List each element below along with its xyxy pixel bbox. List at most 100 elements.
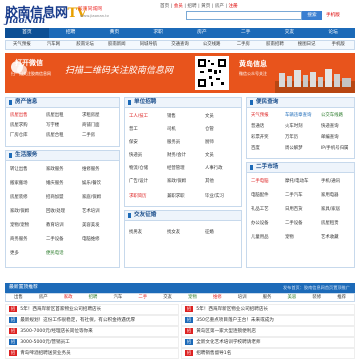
market-link[interactable]: 二手汽车 xyxy=(285,192,303,198)
life-link[interactable]: 美容美发 xyxy=(82,222,100,228)
market-link[interactable]: 家用电器 xyxy=(321,192,339,198)
nav-secondhand[interactable]: 二手 xyxy=(224,28,268,38)
conv-link[interactable]: 彩票开奖 xyxy=(251,134,269,140)
category-item[interactable]: 招聘 xyxy=(81,294,106,301)
subnav-item[interactable]: 汽车网 xyxy=(38,41,70,49)
search-button[interactable]: 搜索 xyxy=(302,11,322,20)
market-link[interactable]: 家具/家居 xyxy=(321,206,340,212)
category-item[interactable]: 服务 xyxy=(255,294,280,301)
life-link[interactable]: 娱乐/餐饮 xyxy=(82,180,101,186)
market-link[interactable]: 电脑配件 xyxy=(251,192,269,198)
job-link[interactable]: 普工 xyxy=(129,126,138,132)
news-row[interactable]: 招 3000-5000元/营销员工 xyxy=(5,337,179,348)
nav-home[interactable]: 首页 xyxy=(5,28,49,38)
job-link[interactable]: 厨师 xyxy=(205,139,214,145)
top-link-house[interactable]: 房产 xyxy=(215,4,224,9)
conv-link[interactable]: 周公解梦 xyxy=(285,145,303,151)
mobile-version-link[interactable]: 手机版 xyxy=(326,12,340,18)
job-link[interactable]: 财务/会计 xyxy=(167,152,186,158)
top-link-member[interactable]: 会员 xyxy=(174,4,183,9)
job-link[interactable]: 保安 xyxy=(129,139,138,145)
category-item[interactable]: 装修 xyxy=(304,294,329,301)
top-link-yellow[interactable]: 黄页 xyxy=(201,4,210,9)
category-item[interactable]: 维修 xyxy=(205,294,230,301)
conv-link[interactable]: 快递查询 xyxy=(321,123,339,129)
job-link[interactable]: 物流/仓储 xyxy=(129,165,148,171)
subnav-item[interactable]: 手机版 xyxy=(322,41,354,49)
job-link[interactable]: 家政/保姆 xyxy=(167,178,186,184)
market-link[interactable]: 艺术收藏 xyxy=(321,234,339,240)
news-row[interactable]: 招 5年！西海岸新区首家物业公司招聘店长 xyxy=(5,304,179,315)
life-link[interactable]: 更多 xyxy=(10,250,19,256)
conv-link[interactable]: 百度 xyxy=(251,145,260,151)
house-link[interactable]: 房屋求购 xyxy=(10,122,28,128)
news-row[interactable]: 招青岛啤酒招聘送货业务员 xyxy=(5,348,179,359)
subnav-item[interactable]: 天气预报 xyxy=(6,41,38,49)
top-link-jobs[interactable]: 招聘 xyxy=(187,4,196,9)
friend-link[interactable]: 找男友 xyxy=(129,229,142,235)
house-link[interactable]: 二手房 xyxy=(82,132,95,138)
life-link[interactable]: 商务服务 xyxy=(10,236,28,242)
nav-yellow[interactable]: 黄页 xyxy=(93,28,137,38)
house-link[interactable]: 厂房仓库 xyxy=(10,132,28,138)
conv-link[interactable]: 万年历 xyxy=(285,134,298,140)
life-link[interactable]: 家庭/保姆 xyxy=(82,194,101,200)
life-link[interactable]: 转让出售 xyxy=(10,166,28,172)
friend-link[interactable]: 找女友 xyxy=(167,229,180,235)
nav-friend[interactable]: 交友 xyxy=(268,28,312,38)
conv-link[interactable]: 公交车线路 xyxy=(321,112,343,118)
category-item[interactable]: 宠物 xyxy=(180,294,205,301)
life-link[interactable]: 维修服务 xyxy=(82,166,100,172)
subnav-item[interactable]: 二手房 xyxy=(227,41,259,49)
life-link[interactable]: 便民电话 xyxy=(46,250,64,256)
market-link[interactable]: 手机/通讯 xyxy=(321,178,340,184)
job-link[interactable]: 经营管理 xyxy=(167,165,185,171)
job-link[interactable]: 人事行政 xyxy=(205,165,223,171)
category-item[interactable]: 出售 xyxy=(6,294,31,301)
top-link-register[interactable]: 注册 xyxy=(229,4,238,9)
life-link[interactable]: 教育培训 xyxy=(46,222,64,228)
life-link[interactable]: 家政服务 xyxy=(46,166,64,172)
house-link[interactable]: 写字楼 xyxy=(46,122,59,128)
news-row[interactable]: 招 3500-7000元/经理店长岗位等你来 xyxy=(5,326,179,337)
life-link[interactable]: 回收/处理 xyxy=(46,208,65,214)
category-item[interactable]: 汽车 xyxy=(105,294,130,301)
job-link[interactable]: 工人/技工 xyxy=(129,113,148,119)
seek-link[interactable]: 毕业/实习 xyxy=(205,193,224,199)
hot-recommend-note[interactable]: 发布首页：胶南信息网首页置顶推广 xyxy=(283,283,350,293)
category-item[interactable]: 家政 xyxy=(56,294,81,301)
friend-link[interactable]: 征婚 xyxy=(205,229,214,235)
news-row[interactable]: 招 5年！西海岸新区物业公司招聘店长 xyxy=(181,304,355,315)
seek-link[interactable]: 兼职求职 xyxy=(167,193,185,199)
conv-link[interactable]: 车辆违章查询 xyxy=(285,112,311,118)
news-row[interactable]: 招黄岛区第一家大型连锁便利店 xyxy=(181,326,355,337)
job-link[interactable]: 快递员 xyxy=(129,152,142,158)
market-link[interactable]: 二手设备 xyxy=(285,220,303,226)
top-link-home[interactable]: 首页 xyxy=(160,4,169,9)
subnav-item[interactable]: 同城导航 xyxy=(133,41,165,49)
nav-jobs[interactable]: 招聘 xyxy=(49,28,93,38)
conv-link[interactable]: 邮编查询 xyxy=(321,134,339,140)
subnav-item[interactable]: 胶南新闻 xyxy=(101,41,133,49)
news-row[interactable]: 招 350亿重点项目落户王台！未来或成为 xyxy=(181,315,355,326)
category-item[interactable]: 交友 xyxy=(155,294,180,301)
job-link[interactable]: 文员 xyxy=(205,113,214,119)
market-link[interactable]: 二手电脑 xyxy=(251,178,269,184)
market-link[interactable]: 摩托/电动车 xyxy=(285,178,308,184)
category-item[interactable]: 推荐 xyxy=(329,294,354,301)
job-link[interactable]: 广告/设计 xyxy=(129,178,148,184)
category-item[interactable]: 二手 xyxy=(130,294,155,301)
market-link[interactable]: 儿童用品 xyxy=(251,234,269,240)
house-link[interactable]: 房屋出租 xyxy=(46,112,64,118)
subnav-item[interactable]: 公交线路 xyxy=(196,41,228,49)
market-link[interactable]: 办公设备 xyxy=(251,220,269,226)
news-row[interactable]: 招最新规划！这份工作很稳定，有社保，有公积金待遇优厚 xyxy=(5,315,179,326)
job-link[interactable]: 销售 xyxy=(167,113,176,119)
nav-forum[interactable]: 论坛 xyxy=(311,28,355,38)
life-link[interactable]: 房屋装修 xyxy=(10,194,28,200)
house-link[interactable]: 求租房屋 xyxy=(82,112,100,118)
category-item[interactable]: 美容 xyxy=(279,294,304,301)
news-row[interactable]: 招全新文化艺术培训学校聘请老师 xyxy=(181,337,355,348)
job-link[interactable]: 其他 xyxy=(205,178,214,184)
job-link[interactable]: 服务员 xyxy=(167,139,180,145)
